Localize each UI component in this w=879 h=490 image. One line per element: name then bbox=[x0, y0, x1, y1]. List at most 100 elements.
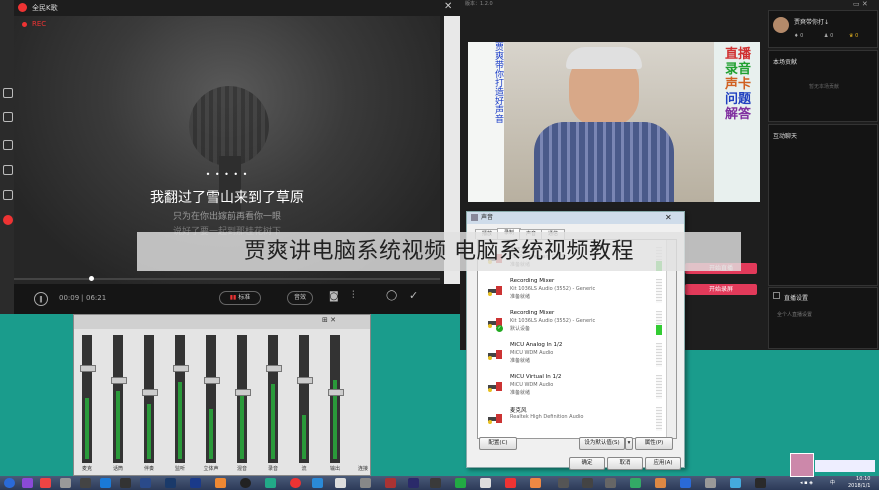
ok-button[interactable]: 确定 bbox=[569, 457, 605, 470]
taskbar-app-icon[interactable] bbox=[140, 478, 151, 488]
taskbar-app-icon[interactable] bbox=[505, 478, 516, 488]
mixer-fader[interactable] bbox=[235, 335, 251, 463]
tray-icons[interactable]: ◂ ▪ ◈ bbox=[800, 476, 813, 490]
taskbar-app-icon[interactable] bbox=[755, 478, 766, 488]
copy-icon[interactable] bbox=[3, 112, 13, 122]
taskbar-app-icon[interactable] bbox=[100, 478, 111, 488]
taskbar-app-icon[interactable] bbox=[630, 478, 641, 488]
list-item[interactable]: ✓ Recording Mixer Kit 1036LS Audio (3552) … bbox=[478, 308, 663, 338]
taskbar-app-icon[interactable] bbox=[290, 478, 301, 488]
check-icon[interactable]: ✓ bbox=[409, 289, 418, 302]
mixer-fader[interactable] bbox=[204, 335, 220, 463]
taskbar-app-icon[interactable] bbox=[655, 478, 666, 488]
list-item[interactable]: MiCU Virtual In 1/2 MiCU WDM Audio 准备就绪 bbox=[478, 372, 663, 402]
effect-button[interactable]: 音效 bbox=[287, 291, 313, 305]
properties-button[interactable]: 属性(P) bbox=[635, 437, 673, 450]
notification-avatar[interactable] bbox=[790, 453, 814, 477]
taskbar-app-icon[interactable] bbox=[430, 478, 441, 488]
taskbar-app-icon[interactable] bbox=[582, 478, 593, 488]
camera-icon[interactable]: ◙ bbox=[329, 291, 339, 302]
camera-icon[interactable] bbox=[3, 140, 13, 150]
grid-icon[interactable] bbox=[3, 190, 13, 200]
record-icon[interactable] bbox=[3, 215, 13, 225]
mixer-fader[interactable] bbox=[173, 335, 189, 463]
taskbar-app-icon[interactable] bbox=[408, 478, 419, 488]
tray-clock[interactable]: 10:10 2018/1/1 bbox=[848, 476, 870, 490]
mixer-controls[interactable]: ⊞ ✕ bbox=[322, 316, 336, 324]
channel-label: 麦克 bbox=[81, 466, 92, 472]
window-controls[interactable]: ▭ ✕ bbox=[853, 0, 868, 8]
progress-handle[interactable] bbox=[89, 276, 94, 281]
settings-sub: 全个人直播设置 bbox=[777, 312, 813, 318]
taskbar-app-icon[interactable] bbox=[335, 478, 346, 488]
fader-knob[interactable] bbox=[204, 377, 220, 384]
tone-icon: ▮▮ bbox=[229, 294, 237, 301]
avatar[interactable] bbox=[773, 17, 789, 33]
audition-icon[interactable] bbox=[165, 478, 176, 488]
taskbar-app-icon[interactable] bbox=[480, 478, 491, 488]
close-icon[interactable]: ✕ bbox=[444, 1, 452, 12]
fader-knob[interactable] bbox=[142, 389, 158, 396]
taskbar-app-icon[interactable] bbox=[385, 478, 396, 488]
taskbar-app-icon[interactable] bbox=[530, 478, 541, 488]
list-item[interactable]: MiCU Analog In 1/2 MiCU WDM Audio 准备就绪 bbox=[478, 340, 663, 370]
pause-icon[interactable]: ǁ bbox=[34, 292, 48, 306]
dialog-close-icon[interactable]: ✕ bbox=[665, 212, 672, 224]
input-level-meter bbox=[656, 407, 662, 431]
settings-label[interactable]: 直播设置 bbox=[784, 293, 808, 302]
fader-knob[interactable] bbox=[266, 365, 282, 372]
taskbar-app-icon[interactable] bbox=[360, 478, 371, 488]
start-record-button[interactable]: 开始录屏 bbox=[685, 284, 757, 295]
dialog-title: 声音 bbox=[481, 214, 494, 221]
configure-button[interactable]: 配置(C) bbox=[479, 437, 517, 450]
mixer-fader[interactable] bbox=[142, 335, 158, 463]
start-icon[interactable] bbox=[4, 478, 15, 488]
set-default-dropdown-icon[interactable]: ▾ bbox=[625, 437, 633, 450]
taskbar-app-icon[interactable] bbox=[80, 478, 91, 488]
progress-track[interactable] bbox=[14, 278, 440, 280]
taskbar-app-icon[interactable] bbox=[215, 478, 226, 488]
taskbar-app-icon[interactable] bbox=[558, 478, 569, 488]
monitor-icon[interactable] bbox=[3, 165, 13, 175]
mixer-fader[interactable] bbox=[266, 335, 282, 463]
cancel-button[interactable]: 取消 bbox=[607, 457, 643, 470]
poster-word-4: 问题 bbox=[724, 92, 751, 107]
mixer-fader[interactable] bbox=[297, 335, 313, 463]
fader-knob[interactable] bbox=[80, 365, 96, 372]
list-item[interactable]: Recording Mixer Kit 1036LS Audio (3552) -… bbox=[478, 276, 663, 306]
mixer-fader[interactable] bbox=[111, 335, 127, 463]
apply-button[interactable]: 应用(A) bbox=[645, 457, 681, 470]
taskbar-app-icon[interactable] bbox=[730, 478, 741, 488]
taskbar-app-icon[interactable] bbox=[705, 478, 716, 488]
thumb-icon[interactable] bbox=[3, 88, 13, 98]
mixer-fader[interactable] bbox=[328, 335, 344, 463]
taskbar-app-icon[interactable] bbox=[455, 478, 466, 488]
tone-button[interactable]: ▮▮ 标准 bbox=[219, 291, 261, 305]
poster-word-5: 解答 bbox=[724, 107, 751, 122]
taskbar-app-icon[interactable] bbox=[22, 478, 33, 488]
photoshop-icon[interactable] bbox=[190, 478, 201, 488]
fader-knob[interactable] bbox=[297, 377, 313, 384]
list-item[interactable]: 麦克风 Realtek High Definition Audio bbox=[478, 404, 663, 434]
taskbar-app-icon[interactable] bbox=[605, 478, 616, 488]
stat-3-value: 0 bbox=[855, 33, 859, 39]
taskbar-app-icon[interactable] bbox=[40, 478, 51, 488]
fader-knob[interactable] bbox=[235, 389, 251, 396]
poster-right: 直播 录音 声卡 问题 解答 bbox=[718, 47, 758, 122]
taskbar-app-icon[interactable] bbox=[240, 478, 251, 488]
taskbar-app-icon[interactable] bbox=[120, 478, 131, 488]
taskbar-app-icon[interactable] bbox=[60, 478, 71, 488]
equalizer-icon[interactable]: ⫶ bbox=[352, 290, 355, 301]
loop-icon[interactable]: ◯ bbox=[386, 290, 397, 301]
taskbar-app-icon[interactable] bbox=[312, 478, 323, 488]
taskbar-app-icon[interactable] bbox=[265, 478, 276, 488]
ime-indicator[interactable]: 中 bbox=[830, 476, 835, 490]
mixer-fader[interactable] bbox=[80, 335, 96, 463]
set-default-button[interactable]: 设为默认值(S) bbox=[579, 437, 625, 450]
settings-icon[interactable] bbox=[773, 292, 780, 299]
fader-knob[interactable] bbox=[328, 389, 344, 396]
taskbar-app-icon[interactable] bbox=[680, 478, 691, 488]
fader-knob[interactable] bbox=[111, 377, 127, 384]
notification-strip[interactable] bbox=[815, 460, 875, 472]
fader-knob[interactable] bbox=[173, 365, 189, 372]
